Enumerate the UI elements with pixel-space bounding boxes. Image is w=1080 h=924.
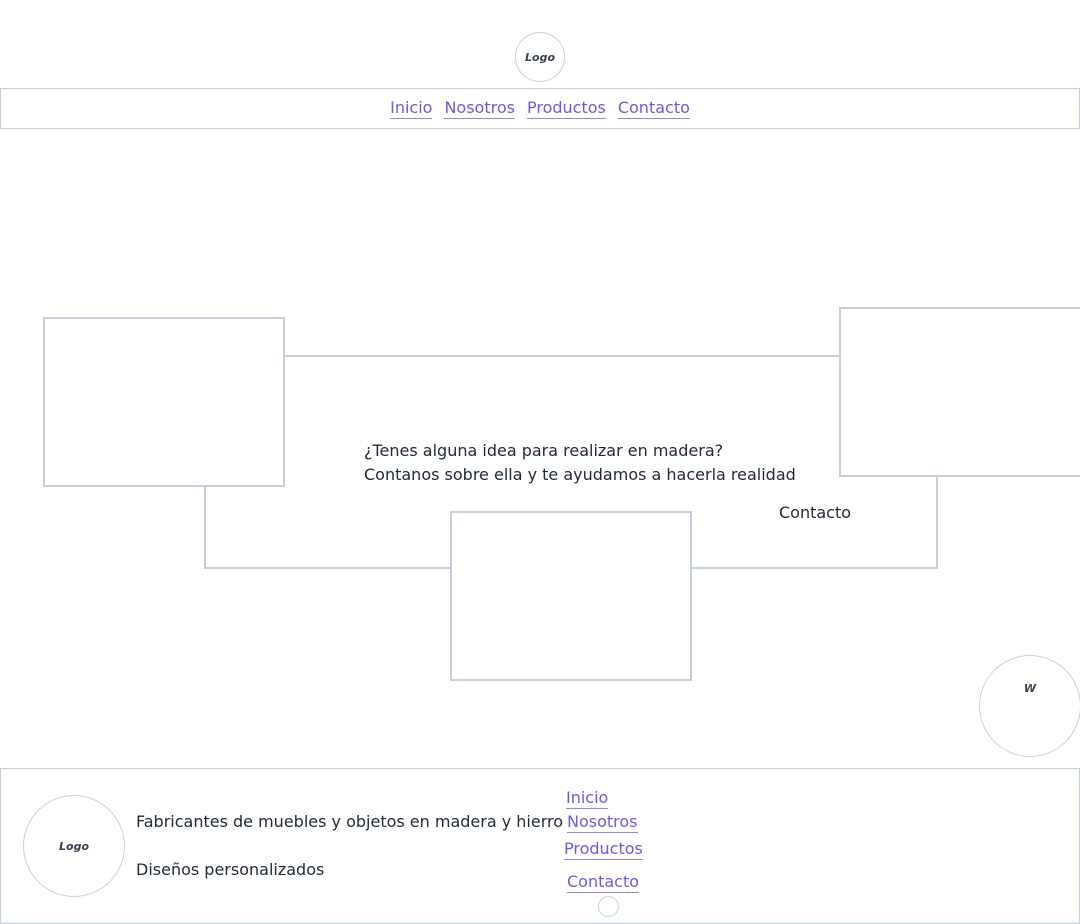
hero-image-left (43, 317, 285, 487)
hero-connector-left-vertical (204, 486, 206, 569)
footer-link-productos[interactable]: Productos (564, 840, 643, 860)
footer-link-nosotros[interactable]: Nosotros (567, 813, 638, 833)
hero-connector-right-vertical (936, 476, 938, 569)
nav-link-contacto[interactable]: Contacto (617, 98, 690, 119)
hero-image-right (839, 307, 1080, 477)
header-logo[interactable]: Logo (515, 32, 565, 82)
nav-link-nosotros[interactable]: Nosotros (444, 98, 515, 119)
footer-subtitle: Diseños personalizados (136, 860, 325, 879)
nav-link-productos[interactable]: Productos (526, 98, 606, 119)
hero-image-center (450, 511, 692, 681)
nav-link-inicio[interactable]: Inicio (390, 98, 433, 119)
hero-connector-top (284, 355, 842, 357)
footer-link-contacto[interactable]: Contacto (567, 873, 640, 893)
footer-logo-text: Logo (59, 839, 89, 853)
footer-tagline: Fabricantes de muebles y objetos en made… (136, 812, 564, 831)
footer-small-icon[interactable] (598, 896, 619, 917)
hero-question: ¿Tenes alguna idea para realizar en made… (364, 441, 724, 460)
hero-connector-bottom-left (204, 567, 452, 569)
footer-link-inicio[interactable]: Inicio (566, 789, 609, 809)
whatsapp-button[interactable]: W (979, 655, 1080, 757)
header-logo-text: Logo (525, 50, 555, 64)
hero-contact-link[interactable]: Contacto (779, 501, 851, 525)
main-nav-links: Inicio Nosotros Productos Contacto (390, 98, 690, 119)
footer-logo[interactable]: Logo (23, 795, 125, 897)
main-nav: Inicio Nosotros Productos Contacto (0, 88, 1080, 129)
whatsapp-icon: W (1023, 682, 1037, 695)
hero-subtext: Contanos sobre ella y te ayudamos a hace… (364, 465, 796, 484)
footer (0, 768, 1080, 924)
hero-connector-bottom-right (690, 567, 938, 569)
